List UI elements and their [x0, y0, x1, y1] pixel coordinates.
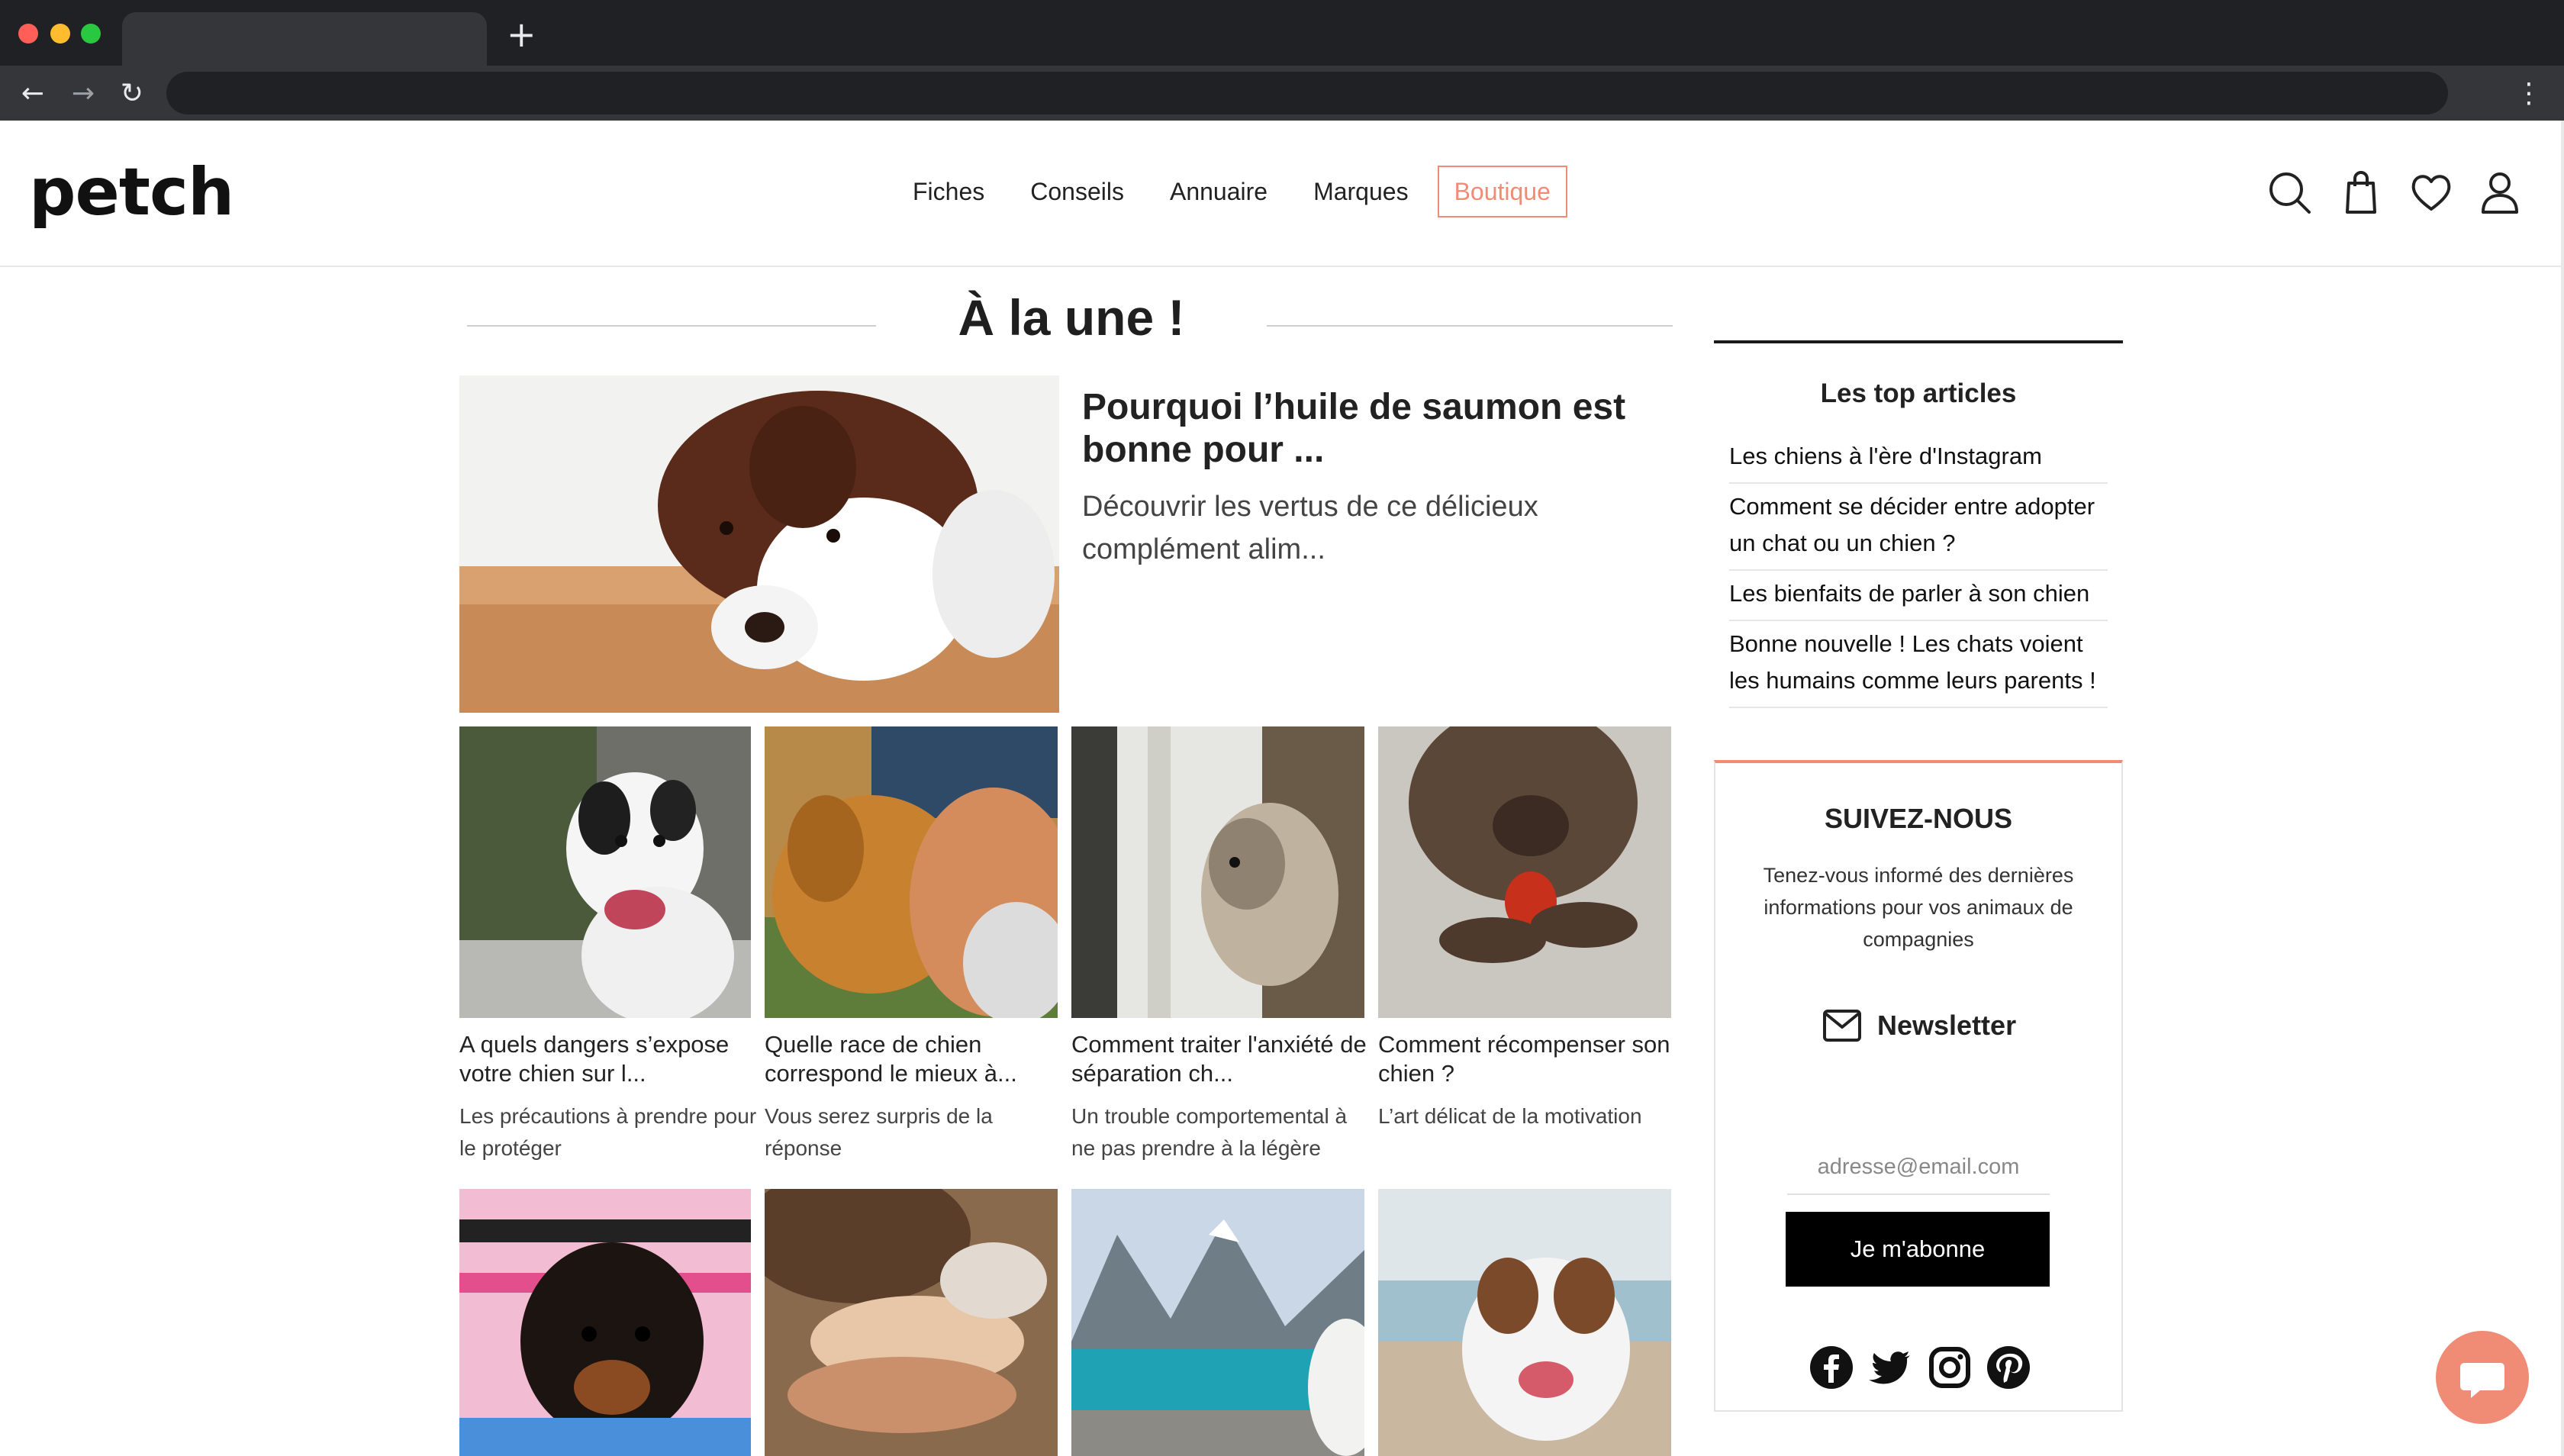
- subscribe-button[interactable]: Je m'abonne: [1786, 1212, 2050, 1287]
- nav-item-fiches[interactable]: Fiches: [890, 165, 1007, 218]
- pinterest-icon[interactable]: [1984, 1343, 2033, 1392]
- chat-bubble-icon[interactable]: [2436, 1331, 2529, 1424]
- twitter-icon[interactable]: [1866, 1343, 1915, 1392]
- featured-article-description: Découvrir les vertus de ce délicieux com…: [1082, 491, 1538, 565]
- site-logo[interactable]: petch: [29, 154, 234, 230]
- divider-line: [1267, 325, 1673, 327]
- email-input[interactable]: [1787, 1140, 2050, 1195]
- featured-article-image[interactable]: [459, 375, 1059, 713]
- close-window-button[interactable]: [18, 24, 38, 43]
- article-card-title[interactable]: Comment récompenser son chien ?: [1378, 1030, 1676, 1088]
- article-card-image[interactable]: [765, 726, 1058, 1018]
- heart-icon[interactable]: [2407, 168, 2456, 217]
- shopping-bag-icon[interactable]: [2337, 168, 2385, 217]
- article-card-image[interactable]: [1378, 1189, 1671, 1456]
- top-article-link[interactable]: Les bienfaits de parler à son chien: [1729, 571, 2108, 621]
- instagram-icon[interactable]: [1925, 1343, 1974, 1392]
- arrow-left-icon[interactable]: ←: [15, 76, 50, 111]
- nav-item-marques[interactable]: Marques: [1290, 165, 1432, 218]
- maximize-window-button[interactable]: [81, 24, 101, 43]
- article-card-subtitle: Un trouble comportemental à ne pas prend…: [1071, 1104, 1348, 1160]
- article-card-image[interactable]: [459, 1189, 751, 1456]
- top-article-link[interactable]: Les chiens à l'ère d'Instagram: [1729, 433, 2108, 484]
- divider-line: [467, 325, 876, 327]
- follow-us-box: SUIVEZ-NOUS Tenez-vous informé des derni…: [1714, 760, 2123, 1412]
- article-card-subtitle: Les précautions à prendre pour le protég…: [459, 1104, 757, 1160]
- social-links: [1807, 1343, 2033, 1392]
- newsletter-label: Newsletter: [1822, 1004, 2016, 1047]
- minimize-window-button[interactable]: [50, 24, 70, 43]
- article-card-image[interactable]: [1071, 1189, 1364, 1456]
- user-icon[interactable]: [2475, 168, 2524, 217]
- facebook-icon[interactable]: [1807, 1343, 1856, 1392]
- browser-tab[interactable]: [122, 12, 487, 66]
- featured-article-title[interactable]: Pourquoi l’huile de saumon est bonne pou…: [1082, 386, 1631, 472]
- main-nav: Fiches Conseils Annuaire Marques Boutiqu…: [890, 165, 1567, 218]
- article-card-image[interactable]: [1378, 726, 1671, 1018]
- arrow-right-icon[interactable]: →: [66, 76, 101, 111]
- top-article-link[interactable]: Bonne nouvelle ! Les chats voient les hu…: [1729, 621, 2108, 708]
- article-card-image[interactable]: [1071, 726, 1364, 1018]
- address-bar[interactable]: [166, 72, 2448, 114]
- site-header: petch Fiches Conseils Annuaire Marques B…: [0, 121, 2564, 267]
- article-card-title[interactable]: Quelle race de chien correspond le mieux…: [765, 1030, 1062, 1088]
- sidebar-divider: [1714, 340, 2123, 343]
- plus-icon[interactable]: +: [507, 17, 536, 52]
- top-articles-list: Les chiens à l'ère d'Instagram Comment s…: [1729, 433, 2108, 708]
- follow-us-text: Tenez-vous informé des dernières informa…: [1763, 864, 2074, 951]
- top-article-link[interactable]: Comment se décider entre adopter un chat…: [1729, 484, 2108, 571]
- page-edge: [2561, 121, 2564, 1456]
- mail-icon: [1822, 1009, 1862, 1042]
- search-icon[interactable]: [2265, 168, 2314, 217]
- article-card-subtitle: Vous serez surpris de la réponse: [765, 1104, 993, 1160]
- kebab-menu-icon[interactable]: ⋮: [2515, 76, 2543, 111]
- article-card-title[interactable]: A quels dangers s’expose votre chien sur…: [459, 1030, 757, 1088]
- article-card-title[interactable]: Comment traiter l'anxiété de séparation …: [1071, 1030, 1369, 1088]
- top-articles-heading: Les top articles: [1820, 378, 2017, 408]
- newsletter-text: Newsletter: [1877, 1010, 2017, 1041]
- reload-icon[interactable]: ↻: [114, 76, 150, 111]
- nav-item-annuaire[interactable]: Annuaire: [1147, 165, 1290, 218]
- nav-item-boutique[interactable]: Boutique: [1437, 166, 1567, 217]
- follow-us-title: SUIVEZ-NOUS: [1824, 803, 2013, 834]
- nav-item-conseils[interactable]: Conseils: [1007, 165, 1147, 218]
- article-card-image[interactable]: [765, 1189, 1058, 1456]
- article-card-subtitle: L’art délicat de la motivation: [1378, 1104, 1642, 1128]
- article-card-image[interactable]: [459, 726, 751, 1018]
- section-title: À la une !: [958, 289, 1185, 346]
- section-header: À la une !: [467, 282, 1673, 359]
